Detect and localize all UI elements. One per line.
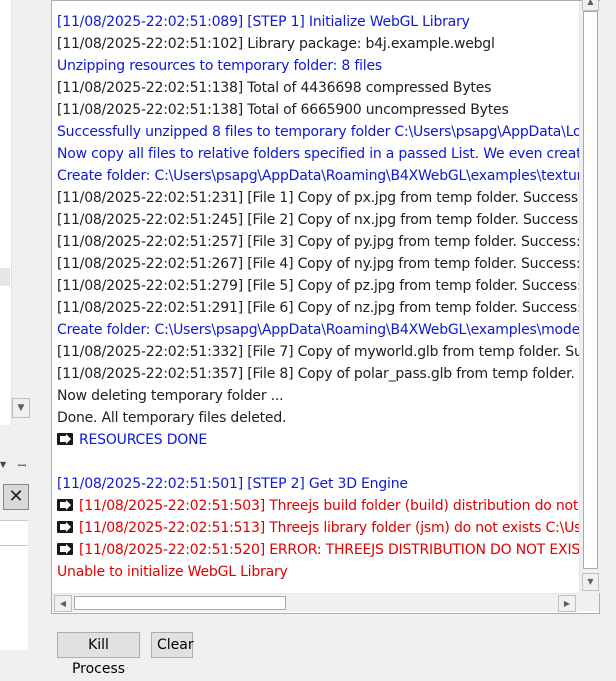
log-line-text: [11/08/2025-22:02:51:138] Total of 66659… <box>57 102 509 118</box>
pin-icon[interactable]: ꟷ <box>18 458 26 472</box>
log-line: [11/08/2025-22:02:51:520] ERROR: THREEJS… <box>57 539 581 561</box>
log-line-text: [11/08/2025-22:02:51:138] Total of 44366… <box>57 80 492 96</box>
log-line: [11/08/2025-22:02:51:332] [File 7] Copy … <box>57 341 581 363</box>
log-line: RESOURCES DONE <box>57 429 581 451</box>
log-line: [11/08/2025-22:02:51:513] Threejs librar… <box>57 517 581 539</box>
log-line-text: [11/08/2025-22:02:51:089] [STEP 1] Initi… <box>57 14 470 30</box>
log-line-text: [11/08/2025-22:02:51:257] [File 3] Copy … <box>57 234 581 250</box>
kill-process-button[interactable]: Kill Process <box>57 632 140 677</box>
clear-button[interactable]: Clear <box>151 632 194 658</box>
log-vertical-scrollbar[interactable]: ▲ ▼ <box>579 0 600 593</box>
scroll-right-arrow-icon[interactable]: ▶ <box>558 595 576 612</box>
log-line: [11/08/2025-22:02:51:267] [File 4] Copy … <box>57 253 581 275</box>
log-line: [11/08/2025-22:02:51:501] [STEP 2] Get 3… <box>57 473 581 495</box>
log-output-panel[interactable]: [11/08/2025-22:02:51:089] [STEP 1] Initi… <box>51 0 600 614</box>
scroll-down-arrow-icon[interactable]: ▼ <box>12 398 30 418</box>
log-line: Unzipping resources to temporary folder:… <box>57 55 581 77</box>
log-line-text: [11/08/2025-22:02:51:279] [File 5] Copy … <box>57 278 581 294</box>
close-panel-button[interactable]: ✕ <box>3 484 29 510</box>
log-line: [11/08/2025-22:02:51:357] [File 8] Copy … <box>57 363 581 385</box>
left-lower-list <box>0 520 28 650</box>
log-line-text: [11/08/2025-22:02:51:102] Library packag… <box>57 36 495 52</box>
log-line: [11/08/2025-22:02:51:102] Library packag… <box>57 33 581 55</box>
log-line-text: [11/08/2025-22:02:51:513] Threejs librar… <box>79 520 581 536</box>
log-line-text: [11/08/2025-22:02:51:501] [STEP 2] Get 3… <box>57 476 408 492</box>
horizontal-scroll-thumb[interactable] <box>74 596 286 610</box>
arrow-right-icon <box>57 521 73 533</box>
log-line: Create folder: C:\Users\psapg\AppData\Ro… <box>57 165 581 187</box>
log-line: [11/08/2025-22:02:51:245] [File 2] Copy … <box>57 209 581 231</box>
scrollbar-corner <box>579 593 599 611</box>
dock-toolbar: ▼ ꟷ <box>0 446 32 486</box>
log-line: [11/08/2025-22:02:51:257] [File 3] Copy … <box>57 231 581 253</box>
left-list-row <box>0 268 10 286</box>
scroll-down-arrow-icon[interactable]: ▼ <box>582 573 599 591</box>
log-line-text: Unable to initialize WebGL Library <box>57 564 288 580</box>
scroll-left-arrow-icon[interactable]: ◀ <box>54 595 72 612</box>
log-horizontal-scrollbar[interactable]: ◀ ▶ <box>52 593 579 612</box>
left-dock-panel: ▼ ▼ ꟷ ✕ <box>0 0 44 650</box>
log-line-text: [11/08/2025-22:02:51:291] [File 6] Copy … <box>57 300 581 316</box>
log-line: [11/08/2025-22:02:51:279] [File 5] Copy … <box>57 275 581 297</box>
left-lower-row <box>0 545 28 546</box>
log-line-text: [11/08/2025-22:02:51:503] Threejs build … <box>79 498 581 514</box>
log-line-text: Done. All temporary files deleted. <box>57 410 287 426</box>
dropdown-arrow-icon[interactable]: ▼ <box>0 460 6 469</box>
log-line-text: [11/08/2025-22:02:51:231] [File 1] Copy … <box>57 190 581 206</box>
vertical-scroll-thumb[interactable] <box>583 11 598 569</box>
log-line-text: Unzipping resources to temporary folder:… <box>57 58 382 74</box>
log-line: Now deleting temporary folder ... <box>57 385 581 407</box>
left-list-area: ▼ <box>0 0 30 425</box>
log-line-text: [11/08/2025-22:02:51:357] [File 8] Copy … <box>57 366 581 382</box>
log-line: Successfully unzipped 8 files to tempora… <box>57 121 581 143</box>
log-line-text: [11/08/2025-22:02:51:267] [File 4] Copy … <box>57 256 581 272</box>
log-line-text: [11/08/2025-22:02:51:245] [File 2] Copy … <box>57 212 581 228</box>
arrow-right-icon <box>57 433 73 445</box>
scroll-up-arrow-icon[interactable]: ▲ <box>582 0 599 11</box>
log-line: [11/08/2025-22:02:51:231] [File 1] Copy … <box>57 187 581 209</box>
log-line: [11/08/2025-22:02:51:138] Total of 66659… <box>57 99 581 121</box>
log-line-text: [11/08/2025-22:02:51:520] ERROR: THREEJS… <box>79 542 581 558</box>
left-vertical-scrollbar[interactable]: ▼ <box>11 0 30 425</box>
log-line-text: Create folder: C:\Users\psapg\AppData\Ro… <box>57 168 581 184</box>
log-line: Unable to initialize WebGL Library <box>57 561 581 583</box>
log-line: Now copy all files to relative folders s… <box>57 143 581 165</box>
log-line: Done. All temporary files deleted. <box>57 407 581 429</box>
log-line: [11/08/2025-22:02:51:138] Total of 44366… <box>57 77 581 99</box>
arrow-right-icon <box>57 499 73 511</box>
log-line-text: Successfully unzipped 8 files to tempora… <box>57 124 581 140</box>
log-line-text: Create folder: C:\Users\psapg\AppData\Ro… <box>57 322 581 338</box>
log-line-text: Now copy all files to relative folders s… <box>57 146 581 162</box>
log-line-text: [11/08/2025-22:02:51:332] [File 7] Copy … <box>57 344 581 360</box>
close-icon: ✕ <box>8 486 24 507</box>
log-line: Create folder: C:\Users\psapg\AppData\Ro… <box>57 319 581 341</box>
arrow-right-icon <box>57 543 73 555</box>
log-line: [11/08/2025-22:02:51:089] [STEP 1] Initi… <box>57 11 581 33</box>
log-line: [11/08/2025-22:02:51:291] [File 6] Copy … <box>57 297 581 319</box>
log-line: [11/08/2025-22:02:51:503] Threejs build … <box>57 495 581 517</box>
log-line-text: RESOURCES DONE <box>79 432 208 448</box>
log-line-text: Now deleting temporary folder ... <box>57 388 284 404</box>
log-lines: [11/08/2025-22:02:51:089] [STEP 1] Initi… <box>57 11 581 589</box>
